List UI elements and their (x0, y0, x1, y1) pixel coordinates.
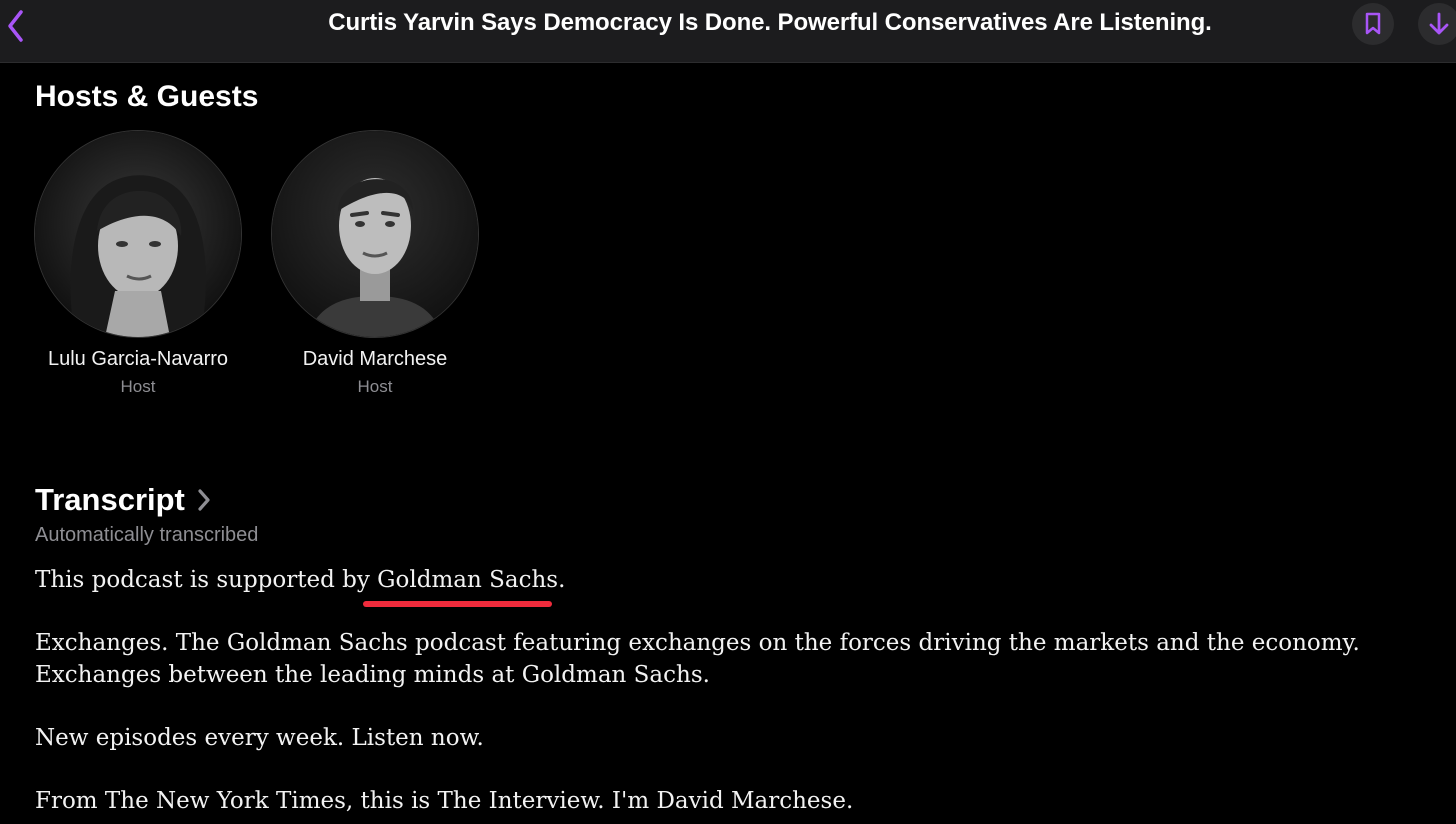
download-button[interactable] (1418, 3, 1456, 45)
transcript-paragraph: This podcast is supported by Goldman Sac… (35, 567, 566, 593)
transcript-subtitle: Automatically transcribed (35, 524, 259, 546)
transcript-paragraph: Exchanges. The Goldman Sachs podcast fea… (35, 630, 1360, 688)
transcript-header-link[interactable]: Transcript (35, 482, 211, 518)
chevron-right-icon (198, 489, 210, 511)
chevron-left-icon (8, 10, 23, 42)
bookmark-icon (1365, 12, 1381, 35)
host-role: Host (120, 377, 156, 396)
back-button[interactable] (0, 6, 30, 46)
arrow-down-icon (1429, 12, 1449, 35)
hosts-guests-heading: Hosts & Guests (35, 80, 259, 113)
highlight-underline (363, 601, 552, 607)
bookmark-button[interactable] (1352, 3, 1394, 45)
transcript-paragraph: From The New York Times, this is The Int… (35, 788, 854, 814)
episode-title: Curtis Yarvin Says Democracy Is Done. Po… (328, 9, 1212, 36)
avatar (271, 130, 479, 338)
transcript-title: Transcript (35, 482, 185, 517)
avatar (34, 130, 242, 338)
transcript-paragraph: New episodes every week. Listen now. (35, 725, 484, 751)
host-name: David Marchese (302, 348, 448, 370)
host-name: Lulu Garcia-Navarro (47, 348, 229, 370)
host-card-lulu[interactable]: Lulu Garcia-Navarro Host (18, 130, 258, 397)
host-role: Host (357, 377, 393, 396)
top-bar: Curtis Yarvin Says Democracy Is Done. Po… (0, 0, 1456, 63)
host-card-david[interactable]: David Marchese Host (255, 130, 495, 397)
